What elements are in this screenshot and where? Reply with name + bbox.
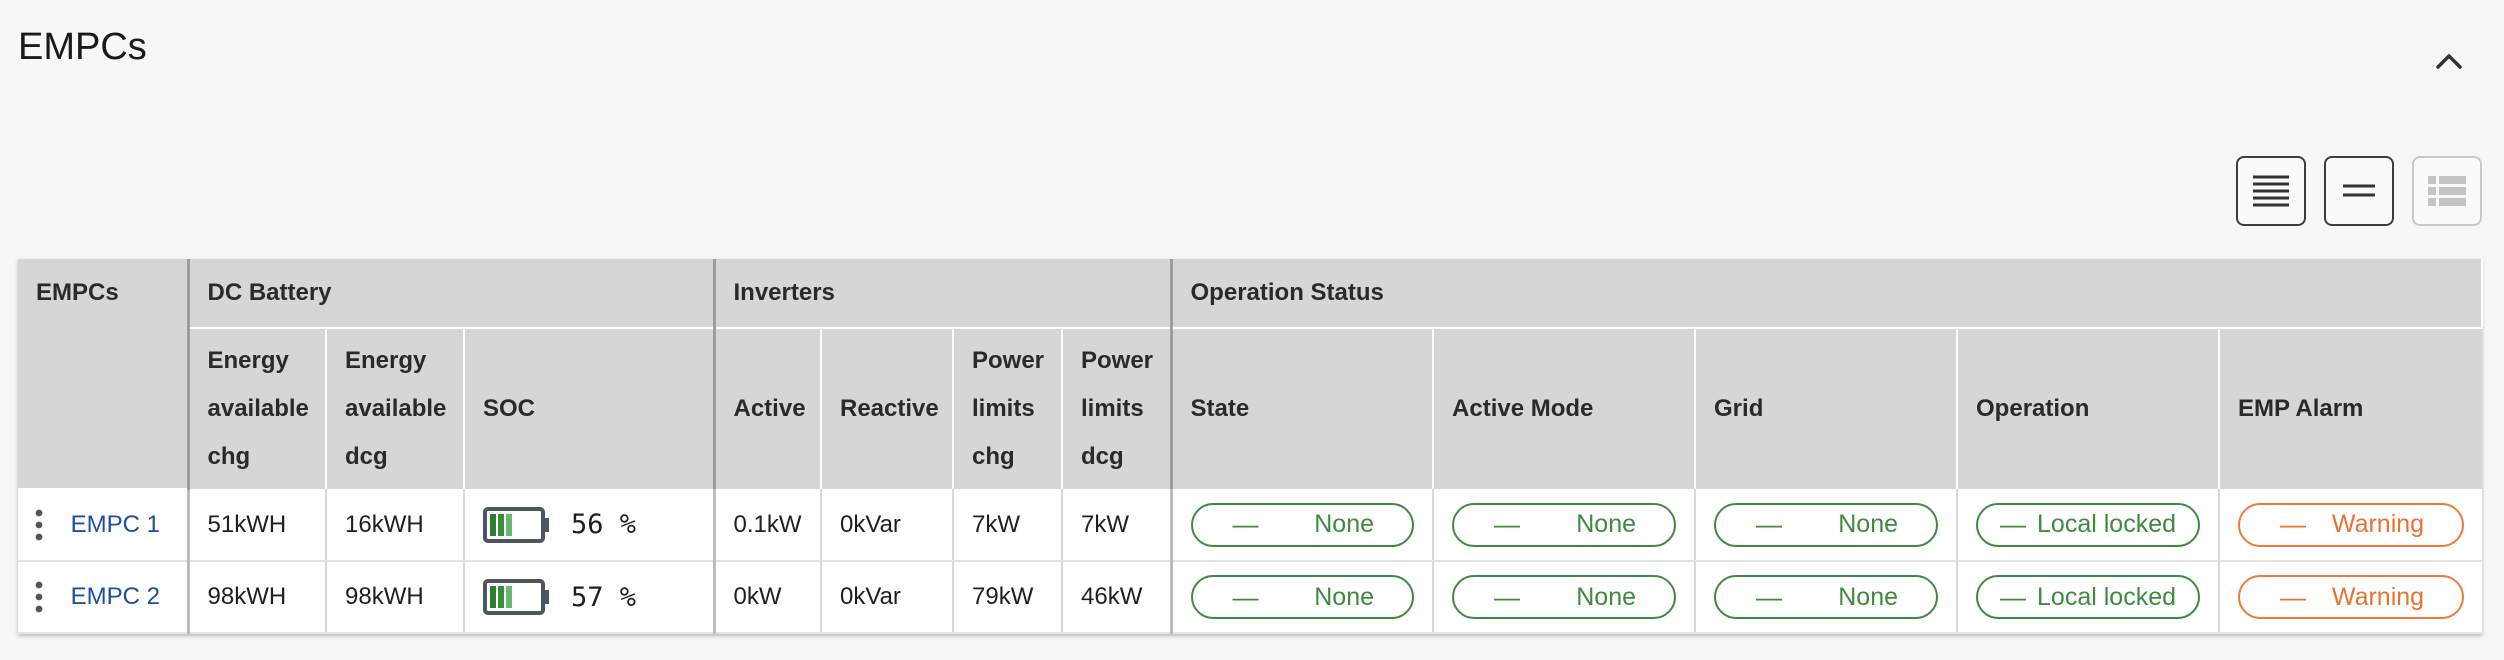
operation-cell: — Local locked bbox=[1957, 489, 2221, 562]
battery-level-segment bbox=[506, 513, 512, 536]
empc-name-cell: EMPC 1 bbox=[18, 489, 190, 562]
density-toolbar bbox=[2236, 156, 2482, 226]
emp-alarm-cell: — Warning bbox=[2219, 489, 2483, 562]
more-vert-icon[interactable] bbox=[32, 508, 46, 542]
battery-icon bbox=[483, 506, 549, 543]
view-dense-icon bbox=[2253, 175, 2289, 207]
power-dcg-cell: 7kW bbox=[1062, 489, 1173, 562]
table-row-1: EMPC 1 51kWH 16kWH 56 % 0.1kW 0kVar 7kW … bbox=[18, 489, 2483, 562]
header-operation-status: Operation Status bbox=[1171, 259, 2484, 329]
header-power-chg[interactable]: Power limits chg bbox=[953, 328, 1063, 489]
battery-icon bbox=[483, 579, 549, 615]
empcs-page: EMPCs EMPCs DC Battery Inverters Operati… bbox=[0, 0, 2504, 660]
empc-link[interactable]: EMPC 1 bbox=[71, 511, 160, 538]
header-energy-chg[interactable]: Energy available chg bbox=[188, 328, 327, 489]
battery-level-segment bbox=[490, 513, 496, 536]
active-cell: 0kW bbox=[714, 561, 822, 634]
state-cell: — None bbox=[1171, 489, 1435, 562]
view-list-icon bbox=[2428, 176, 2466, 206]
header-empcs: EMPCs bbox=[18, 259, 190, 490]
battery-level-segment bbox=[498, 513, 504, 536]
soc-value: 56 % bbox=[571, 509, 637, 540]
reactive-cell: 0kVar bbox=[821, 561, 954, 634]
view-compact-button[interactable] bbox=[2324, 156, 2394, 226]
grid-chip: — None bbox=[1714, 502, 1939, 547]
header-state[interactable]: State bbox=[1171, 328, 1435, 489]
state-cell: — None bbox=[1171, 561, 1435, 634]
emp-alarm-chip: — Warning bbox=[2238, 502, 2465, 547]
empc-name-cell: EMPC 2 bbox=[18, 561, 190, 634]
page-title: EMPCs bbox=[18, 26, 147, 68]
soc-cell: 56 % bbox=[464, 489, 716, 562]
collapse-button[interactable] bbox=[2432, 44, 2466, 78]
reactive-cell: 0kVar bbox=[821, 489, 954, 562]
more-vert-icon[interactable] bbox=[32, 580, 46, 614]
empcs-table: EMPCs DC Battery Inverters Operation Sta… bbox=[18, 259, 2484, 634]
state-chip: — None bbox=[1190, 575, 1415, 619]
header-active-mode[interactable]: Active Mode bbox=[1433, 328, 1697, 489]
emp-alarm-cell: — Warning bbox=[2219, 561, 2483, 634]
power-chg-cell: 79kW bbox=[953, 561, 1063, 634]
header-soc[interactable]: SOC bbox=[464, 328, 716, 489]
operation-chip: — Local locked bbox=[1976, 575, 2201, 619]
power-chg-cell: 7kW bbox=[953, 489, 1063, 562]
battery-level-segment bbox=[498, 586, 504, 608]
active-mode-cell: — None bbox=[1433, 489, 1697, 562]
collapse-up-icon bbox=[2436, 54, 2462, 69]
active-mode-chip: — None bbox=[1452, 502, 1677, 547]
header-emp-alarm[interactable]: EMP Alarm bbox=[2219, 328, 2483, 489]
header-energy-dcg[interactable]: Energy available dcg bbox=[326, 328, 465, 489]
energy-chg-cell: 98kWH bbox=[188, 561, 327, 634]
state-chip: — None bbox=[1190, 502, 1415, 547]
emp-alarm-chip: — Warning bbox=[2238, 575, 2465, 619]
empc-link[interactable]: EMPC 2 bbox=[71, 583, 160, 610]
view-dense-button[interactable] bbox=[2236, 156, 2306, 226]
active-cell: 0.1kW bbox=[714, 489, 822, 562]
operation-chip: — Local locked bbox=[1976, 502, 2201, 547]
header-dc-battery: DC Battery bbox=[188, 259, 716, 329]
view-compact-icon bbox=[2343, 184, 2375, 197]
energy-dcg-cell: 98kWH bbox=[326, 561, 465, 634]
power-dcg-cell: 46kW bbox=[1062, 561, 1173, 634]
view-list-button[interactable] bbox=[2412, 156, 2482, 226]
header-operation[interactable]: Operation bbox=[1957, 328, 2221, 489]
energy-dcg-cell: 16kWH bbox=[326, 489, 465, 562]
grid-cell: — None bbox=[1695, 489, 1959, 562]
table-row-2: EMPC 2 98kWH 98kWH 57 % 0kW 0kVar 79kW 4… bbox=[18, 561, 2483, 634]
header-active[interactable]: Active bbox=[714, 328, 822, 489]
header-inverters: Inverters bbox=[714, 259, 1173, 329]
battery-level-segment bbox=[490, 586, 496, 608]
grid-cell: — None bbox=[1695, 561, 1959, 634]
header-reactive[interactable]: Reactive bbox=[821, 328, 954, 489]
header-power-dcg[interactable]: Power limits dcg bbox=[1062, 328, 1173, 489]
soc-value: 57 % bbox=[571, 581, 637, 613]
grid-chip: — None bbox=[1714, 575, 1939, 619]
header-grid[interactable]: Grid bbox=[1695, 328, 1959, 489]
active-mode-cell: — None bbox=[1433, 561, 1697, 634]
soc-cell: 57 % bbox=[464, 561, 716, 634]
active-mode-chip: — None bbox=[1452, 575, 1677, 619]
energy-chg-cell: 51kWH bbox=[188, 489, 327, 562]
battery-level-segment bbox=[506, 586, 512, 608]
operation-cell: — Local locked bbox=[1957, 561, 2221, 634]
